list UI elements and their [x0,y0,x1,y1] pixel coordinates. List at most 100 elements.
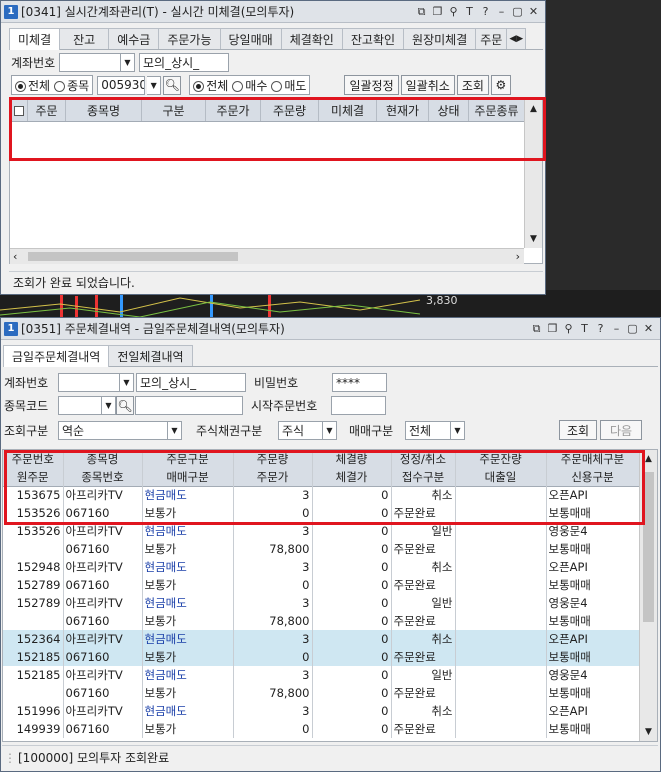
tab-daily-trade[interactable]: 당일매매 [219,28,282,49]
pin-icon[interactable]: ⚲ [446,4,461,19]
tab-balance[interactable]: 잔고 [59,28,110,49]
order-row[interactable]: 152185 아프리카TV 현금매도 3 0 일반 영웅문4 [3,666,640,684]
grid1-vertical-scrollbar[interactable]: ▲ ▼ [524,100,542,248]
order-cell: 영웅문4 [546,666,640,684]
close-icon[interactable]: ✕ [526,4,541,19]
order-row-detail[interactable]: 152789 067160 보통가 0 0 주문완료 보통매매 [3,576,640,594]
radio-sell[interactable]: 매도 [271,77,306,94]
stock-dropdown-icon[interactable]: ▼ [102,396,116,415]
minimize-icon[interactable]: – [609,321,624,336]
cancel-all-button[interactable]: 일괄취소 [400,75,455,95]
pin-icon[interactable]: ⚲ [561,321,576,336]
stock-filter-radio-group[interactable]: 전체 종목 [11,75,94,95]
font-icon[interactable]: T [462,4,477,19]
hdr-receipt-type: 접수구분 [391,468,456,486]
copy-icon[interactable]: ❐ [545,321,560,336]
minimize-icon[interactable]: – [494,4,509,19]
order-cell: 영웅문4 [546,522,640,540]
grid2-vertical-scrollbar[interactable]: ▲ ▼ [639,450,657,741]
modify-all-button[interactable]: 일괄정정 [344,75,399,95]
w2-account-label: 계좌번호 [4,376,49,390]
query-type-select[interactable]: 역순 [58,420,168,440]
link-icon[interactable]: ⧉ [529,321,544,336]
order-cell: 067160 [63,684,143,702]
grid1-horizontal-scrollbar[interactable]: ‹ › [10,248,524,264]
tab-previous-day[interactable]: 전일체결내역 [108,345,193,366]
order-row[interactable]: 153526 아프리카TV 현금매도 3 0 일반 영웅문4 [3,522,640,540]
tab-unfilled[interactable]: 미체결 [9,28,61,50]
order-cell: 153526 [3,504,64,522]
search-icon[interactable]: 🔍︎ [116,396,134,415]
link-icon[interactable]: ⧉ [414,4,429,19]
order-row[interactable]: 152364 아프리카TV 현금매도 3 0 취소 오픈API [3,630,640,648]
order-row[interactable]: 152789 아프리카TV 현금매도 3 0 일반 영웅문4 [3,594,640,612]
window2-titlebar[interactable]: 1 [0351] 주문체결내역 - 금일주문체결내역(모의투자) ⧉ ❐ ⚲ T… [1,318,660,340]
order-cell: 현금매도 [142,522,234,540]
query-button[interactable]: 조회 [456,75,489,95]
w2-stock-code-input[interactable] [58,396,102,415]
order-row-detail[interactable]: 152185 067160 보통가 0 0 주문완료 보통매매 [3,648,640,666]
order-row-detail[interactable]: 149939 067160 보통가 0 0 주문완료 보통매매 [3,720,640,738]
hdr-remaining: 주문잔량 [455,450,547,468]
order-cell: 아프리카TV [63,558,143,576]
window2-status-bar: ⋮ [100000] 모의투자 조회완료 [2,745,658,769]
settings-gear-icon[interactable]: ⚙ [490,75,511,95]
chevron-down-icon[interactable]: ▼ [121,53,135,72]
close-icon[interactable]: ✕ [641,321,656,336]
query-type-dropdown-icon[interactable]: ▼ [168,420,182,440]
tab-scroll-arrows[interactable]: ◀▶ [506,28,527,49]
tab-order-available[interactable]: 주문가능 [158,28,221,49]
order-row-detail[interactable]: 067160 보통가 78,800 0 주문완료 보통매매 [3,612,640,630]
hdr-order-no: 주문번호 [3,450,64,468]
tab-ledger-unfilled[interactable]: 원장미체결 [403,28,477,49]
order-row[interactable]: 153675 아프리카TV 현금매도 3 0 취소 오픈API [3,486,640,504]
trade-type-select[interactable]: 전체 [405,420,451,440]
radio-stock[interactable]: 종목 [54,77,89,94]
w2-query-button[interactable]: 조회 [559,420,597,440]
query-type-label: 조회구분 [4,423,49,438]
start-order-input[interactable] [331,396,386,415]
help-icon[interactable]: ? [593,321,608,336]
radio-all[interactable]: 전체 [15,77,50,94]
order-cell: 152185 [3,648,64,666]
side-filter-radio-group[interactable]: 전체 매수 매도 [189,75,311,95]
order-row-detail[interactable]: 067160 보통가 78,800 0 주문완료 보통매매 [3,684,640,702]
search-icon[interactable]: 🔍︎ [163,75,182,95]
order-cell: 152364 [3,630,64,648]
font-icon[interactable]: T [577,321,592,336]
account-number-input[interactable] [59,53,121,72]
trade-type-dropdown-icon[interactable]: ▼ [451,420,465,440]
order-row-detail[interactable]: 067160 보통가 78,800 0 주문완료 보통매매 [3,540,640,558]
tab-balance-check[interactable]: 잔고확인 [341,28,405,49]
order-cell: 78,800 [233,540,313,558]
order-cell: 0 [312,594,392,612]
w2-account-number-input[interactable] [58,373,120,392]
order-row-detail[interactable]: 153526 067160 보통가 0 0 주문완료 보통매매 [3,504,640,522]
col-current-price: 현재가 [377,100,429,121]
chevron-down-icon[interactable]: ▼ [120,373,134,392]
stock-bond-dropdown-icon[interactable]: ▼ [323,420,337,440]
order-cell: 취소 [391,630,456,648]
window1-titlebar[interactable]: 1 [0341] 실시간계좌관리(T) - 실시간 미체결(모의투자) ⧉ ❐ … [1,1,545,23]
window1-status-bar: 조회가 완료 되었습니다. [9,271,543,293]
tab-order[interactable]: 주문 [475,28,508,49]
order-cell: 일반 [391,594,456,612]
help-icon[interactable]: ? [478,4,493,19]
tab-fill-check[interactable]: 체결확인 [280,28,343,49]
password-input[interactable]: **** [332,373,387,392]
next-button[interactable]: 다음 [600,420,642,440]
stock-code-dropdown-icon[interactable]: ▼ [147,75,162,95]
radio-side-all[interactable]: 전체 [193,77,228,94]
stock-bond-type-select[interactable]: 주식 [278,420,323,440]
order-cell: 주문완료 [391,720,456,738]
order-row[interactable]: 151996 아프리카TV 현금매도 3 0 취소 오픈API [3,702,640,720]
maximize-icon[interactable]: ▢ [625,321,640,336]
tab-deposit[interactable]: 예수금 [108,28,160,49]
stock-code-input[interactable]: 005930 [97,75,146,95]
maximize-icon[interactable]: ▢ [510,4,525,19]
order-row[interactable]: 152948 아프리카TV 현금매도 3 0 취소 오픈API [3,558,640,576]
copy-icon[interactable]: ❐ [430,4,445,19]
radio-buy[interactable]: 매수 [232,77,267,94]
tab-today-orders[interactable]: 금일주문체결내역 [3,345,110,367]
select-all-checkbox[interactable] [10,100,28,121]
